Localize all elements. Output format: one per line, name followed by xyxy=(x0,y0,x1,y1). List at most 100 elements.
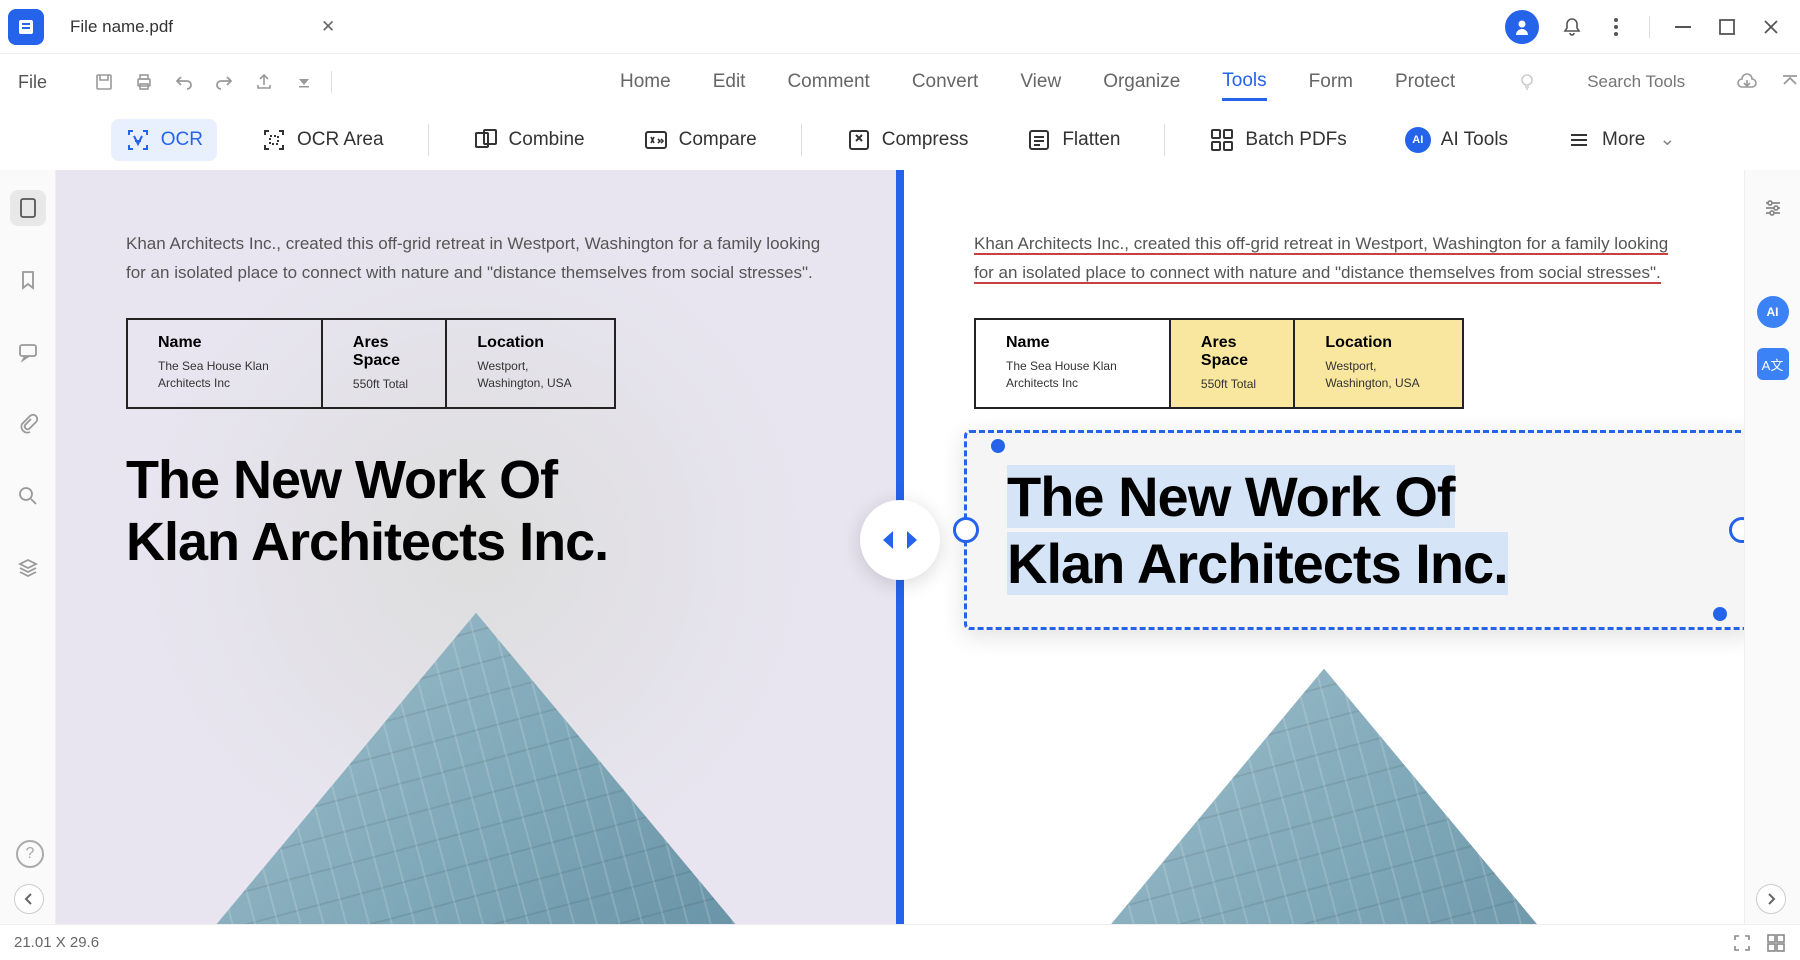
tab-protect[interactable]: Protect xyxy=(1395,65,1455,99)
batch-pdfs-button[interactable]: Batch PDFs xyxy=(1195,119,1360,161)
chevron-down-icon: ⌄ xyxy=(1659,128,1675,151)
info-table-right: NameThe Sea House Klan Architects Inc Ar… xyxy=(974,318,1464,409)
notifications-icon[interactable] xyxy=(1561,16,1583,38)
more-button[interactable]: More ⌄ xyxy=(1552,119,1689,161)
divider xyxy=(801,124,802,156)
intro-text-right: Khan Architects Inc., created this off-g… xyxy=(974,230,1674,288)
tab-convert[interactable]: Convert xyxy=(912,65,979,99)
lightbulb-icon[interactable] xyxy=(1517,72,1537,92)
fit-icon[interactable] xyxy=(1732,933,1752,953)
search-tools-input[interactable] xyxy=(1587,72,1727,92)
ocr-icon xyxy=(125,127,151,153)
comparison-divider[interactable] xyxy=(896,170,904,930)
ocr-area-label: OCR Area xyxy=(297,129,384,151)
text-selection-box[interactable]: The New Work Of Klan Architects Inc. xyxy=(964,430,1744,630)
help-icon[interactable]: ? xyxy=(16,840,44,868)
comments-icon[interactable] xyxy=(10,334,46,370)
tab-home[interactable]: Home xyxy=(620,65,671,99)
selection-handle[interactable] xyxy=(1713,607,1727,621)
building-image-left xyxy=(126,613,826,930)
print-icon[interactable] xyxy=(133,71,155,93)
batch-icon xyxy=(1209,127,1235,153)
tab-form[interactable]: Form xyxy=(1309,65,1353,99)
dropdown-icon[interactable] xyxy=(293,71,315,93)
slider-handle[interactable] xyxy=(860,500,940,580)
bookmarks-icon[interactable] xyxy=(10,262,46,298)
left-sidebar xyxy=(0,170,56,930)
compress-icon xyxy=(846,127,872,153)
collapse-ribbon-icon[interactable] xyxy=(1779,70,1800,94)
thumbnails-icon[interactable] xyxy=(10,190,46,226)
translate-icon[interactable]: A文 xyxy=(1757,348,1789,380)
maximize-icon[interactable] xyxy=(1716,16,1738,38)
combine-icon xyxy=(473,127,499,153)
tab-comment[interactable]: Comment xyxy=(787,65,869,99)
ai-tools-button[interactable]: AI AI Tools xyxy=(1391,119,1522,161)
attachments-icon[interactable] xyxy=(10,406,46,442)
divider xyxy=(428,124,429,156)
document-comparison-area: Khan Architects Inc., created this off-g… xyxy=(56,170,1744,930)
close-tab-icon[interactable]: ✕ xyxy=(321,17,335,37)
compare-icon xyxy=(643,127,669,153)
search-icon[interactable] xyxy=(10,478,46,514)
workspace: Khan Architects Inc., created this off-g… xyxy=(0,170,1800,930)
collapse-left-icon[interactable] xyxy=(14,884,44,914)
compress-button[interactable]: Compress xyxy=(832,119,983,161)
more-options-icon[interactable] xyxy=(1605,16,1627,38)
user-avatar[interactable] xyxy=(1505,10,1539,44)
converted-page: Khan Architects Inc., created this off-g… xyxy=(904,170,1744,930)
combine-button[interactable]: Combine xyxy=(459,119,599,161)
layers-icon[interactable] xyxy=(10,550,46,586)
properties-icon[interactable] xyxy=(1755,190,1791,226)
redo-icon[interactable] xyxy=(213,71,235,93)
ai-icon: AI xyxy=(1405,127,1431,153)
ocr-area-button[interactable]: OCR Area xyxy=(247,119,398,161)
compare-button[interactable]: Compare xyxy=(629,119,771,161)
ocr-label: OCR xyxy=(161,129,203,151)
tab-tools[interactable]: Tools xyxy=(1222,64,1266,101)
more-label: More xyxy=(1602,129,1645,151)
close-window-icon[interactable] xyxy=(1760,16,1782,38)
ocr-button[interactable]: OCR xyxy=(111,119,217,161)
batch-label: Batch PDFs xyxy=(1245,129,1346,151)
quick-access-toolbar xyxy=(93,71,332,93)
flatten-label: Flatten xyxy=(1062,129,1120,151)
combine-label: Combine xyxy=(509,129,585,151)
ocr-area-icon xyxy=(261,127,287,153)
slider-arrows-icon xyxy=(879,527,921,553)
grid-icon[interactable] xyxy=(1766,933,1786,953)
share-icon[interactable] xyxy=(253,71,275,93)
selection-handle[interactable] xyxy=(953,517,979,543)
intro-text-left: Khan Architects Inc., created this off-g… xyxy=(126,230,826,288)
building-image-right xyxy=(974,669,1674,930)
right-sidebar: AI A文 xyxy=(1744,170,1800,930)
page-dimensions: 21.01 X 29.6 xyxy=(14,934,99,951)
flatten-button[interactable]: Flatten xyxy=(1012,119,1134,161)
more-icon xyxy=(1566,127,1592,153)
divider xyxy=(1164,124,1165,156)
ai-assistant-icon[interactable]: AI xyxy=(1757,296,1789,328)
tab-edit[interactable]: Edit xyxy=(713,65,746,99)
tab-view[interactable]: View xyxy=(1020,65,1061,99)
file-menu[interactable]: File xyxy=(10,68,55,97)
flatten-icon xyxy=(1026,127,1052,153)
save-icon[interactable] xyxy=(93,71,115,93)
compress-label: Compress xyxy=(882,129,969,151)
selection-handle[interactable] xyxy=(1729,517,1744,543)
undo-icon[interactable] xyxy=(173,71,195,93)
ai-tools-label: AI Tools xyxy=(1441,129,1508,151)
heading-right: The New Work Of Klan Architects Inc. xyxy=(1007,463,1711,597)
tab-organize[interactable]: Organize xyxy=(1103,65,1180,99)
status-bar: 21.01 X 29.6 xyxy=(0,924,1800,960)
tab-filename: File name.pdf xyxy=(70,17,173,37)
collapse-right-icon[interactable] xyxy=(1756,884,1786,914)
app-logo[interactable] xyxy=(8,9,44,45)
selection-handle[interactable] xyxy=(991,439,1005,453)
cloud-icon[interactable] xyxy=(1735,70,1759,94)
tools-toolbar: OCR OCR Area Combine Compare Compress Fl… xyxy=(0,110,1800,170)
minimize-icon[interactable] xyxy=(1672,16,1694,38)
document-tab[interactable]: File name.pdf ✕ xyxy=(58,11,347,43)
info-table-left: NameThe Sea House Klan Architects Inc Ar… xyxy=(126,318,616,409)
compare-label: Compare xyxy=(679,129,757,151)
main-tabs: Home Edit Comment Convert View Organize … xyxy=(620,64,1727,101)
